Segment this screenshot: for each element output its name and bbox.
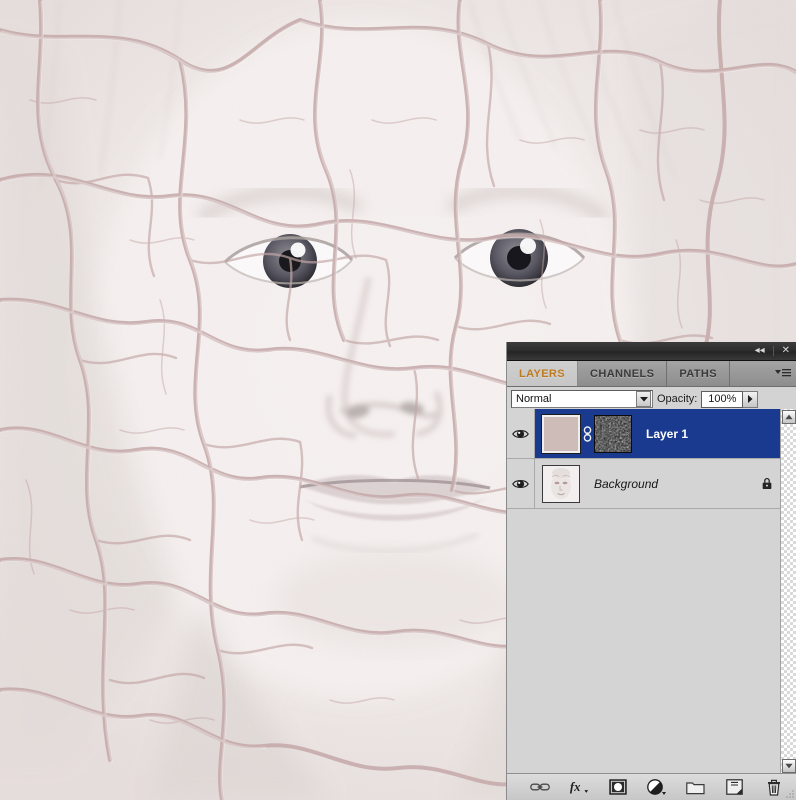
opacity-label: Opacity:: [657, 393, 698, 405]
blend-mode-select[interactable]: Normal: [511, 390, 653, 408]
layer-visibility-toggle-background[interactable]: [507, 459, 535, 508]
eye-icon: [512, 479, 529, 488]
layer-visibility-toggle-layer-1[interactable]: [507, 409, 535, 458]
add-layer-mask-button[interactable]: [608, 777, 628, 797]
link-chain-glyph: [583, 425, 591, 442]
tab-strip-filler: [729, 361, 770, 386]
delete-layer-button[interactable]: [764, 777, 784, 797]
link-chain-icon[interactable]: [580, 425, 594, 442]
opacity-control: 100%: [701, 390, 759, 408]
scroll-up-glyph: [785, 414, 793, 420]
collapse-panel-icon[interactable]: ◂◂: [753, 346, 767, 356]
panel-tab-strip: LAYERS CHANNELS PATHS: [507, 361, 796, 387]
layers-list[interactable]: Layer 1 Background: [507, 409, 780, 774]
tab-paths[interactable]: PATHS: [667, 361, 730, 386]
link-layers-button[interactable]: [529, 777, 550, 797]
layer-style-button[interactable]: fx: [569, 777, 589, 797]
half-filled-circle-icon: [646, 778, 666, 795]
opacity-stepper-icon[interactable]: [743, 390, 759, 408]
mask-noise-preview: [595, 415, 631, 452]
eye-icon: [512, 429, 529, 438]
padlock-icon: [762, 477, 772, 490]
panel-titlebar: ◂◂ ✕: [507, 342, 796, 361]
table-row[interactable]: Background: [507, 459, 780, 509]
new-group-button[interactable]: [686, 777, 706, 797]
blend-mode-value: Normal: [516, 393, 552, 405]
fx-icon: fx: [569, 780, 588, 794]
new-layer-icon: [726, 779, 743, 795]
tab-channels[interactable]: CHANNELS: [578, 361, 668, 386]
layer-mask-icon: [608, 779, 627, 795]
svg-text:fx: fx: [569, 780, 580, 794]
chevron-down-icon[interactable]: [636, 391, 651, 407]
new-layer-button[interactable]: [725, 777, 745, 797]
link-chain-icon: [529, 783, 550, 791]
panel-menu-icon[interactable]: [770, 361, 796, 386]
tab-layers[interactable]: LAYERS: [507, 361, 579, 386]
table-row[interactable]: Layer 1: [507, 409, 780, 459]
titlebar-separator: [772, 346, 774, 356]
scroll-up-arrow-icon[interactable]: [782, 410, 796, 424]
layer-name-layer-1[interactable]: Layer 1: [632, 427, 780, 441]
layer-name-background[interactable]: Background: [580, 477, 754, 491]
close-icon[interactable]: ✕: [780, 346, 792, 356]
folder-icon: [686, 781, 705, 794]
chevron-right-glyph: [748, 395, 753, 403]
new-adjustment-layer-button[interactable]: [646, 777, 667, 797]
layers-scrollbar[interactable]: [780, 409, 796, 774]
layer-thumbnail-fill: [544, 416, 578, 451]
layers-panel: ◂◂ ✕ LAYERS CHANNELS PATHS Normal Opacit…: [506, 342, 796, 800]
resize-grip-icon[interactable]: [786, 790, 794, 798]
background-face-preview: [543, 465, 579, 502]
panel-menu-glyph: [775, 369, 791, 377]
layer-thumbnail-layer-1[interactable]: [541, 413, 581, 454]
chevron-down-glyph: [639, 397, 648, 402]
layer-thumbnail-background[interactable]: [542, 464, 580, 503]
trash-icon: [767, 779, 780, 796]
layers-panel-footer: fx: [507, 773, 796, 800]
layer-mask-thumbnail-layer-1[interactable]: [594, 414, 632, 453]
opacity-input[interactable]: 100%: [701, 390, 744, 408]
scroll-down-glyph: [785, 763, 793, 769]
scroll-down-arrow-icon[interactable]: [782, 759, 796, 773]
background-lock-indicator: [754, 477, 780, 490]
